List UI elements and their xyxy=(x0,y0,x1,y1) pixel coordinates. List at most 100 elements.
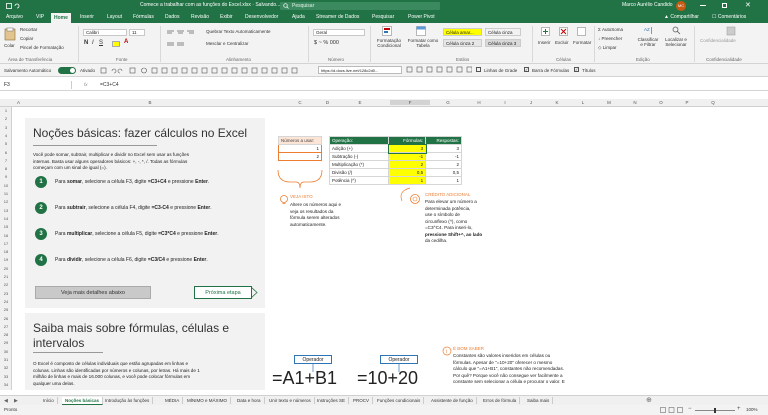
tab-formulas[interactable]: Fórmulas xyxy=(133,14,154,20)
fx-icon[interactable]: fx xyxy=(84,82,88,87)
underline-icon[interactable]: S xyxy=(99,40,103,46)
font-color-icon[interactable]: A xyxy=(124,39,128,45)
row-header[interactable]: 26 xyxy=(0,316,12,321)
row-header[interactable]: 29 xyxy=(0,340,12,345)
row-header[interactable]: 30 xyxy=(0,349,12,354)
col-header[interactable]: H xyxy=(466,100,492,105)
style-gray-cell[interactable]: Célula cinza xyxy=(485,28,521,36)
col-header[interactable]: K xyxy=(544,100,570,105)
sheet-tab[interactable]: Assistente de função xyxy=(428,397,477,404)
operation-cell[interactable]: Multiplicação (*) xyxy=(328,160,390,169)
col-header[interactable]: E xyxy=(330,100,390,105)
sheet-tab[interactable]: Introdução às funções xyxy=(102,397,154,404)
tab-vip[interactable]: VIP xyxy=(36,14,44,20)
row-header[interactable]: 25 xyxy=(0,307,12,312)
formula-cell[interactable]: 0,5 xyxy=(388,168,427,177)
row-header[interactable]: 9 xyxy=(0,174,12,179)
sensitivity-button[interactable]: Confidencialidade xyxy=(700,38,736,43)
align-icon[interactable] xyxy=(166,29,200,49)
delete-cells-icon[interactable] xyxy=(559,27,568,36)
row-header[interactable]: 32 xyxy=(0,365,12,370)
formula-cell[interactable]: 2 xyxy=(388,160,427,169)
headings-checkbox[interactable]: ✓ xyxy=(574,67,579,72)
row-header[interactable]: 18 xyxy=(0,249,12,254)
tab-streamer[interactable]: Streamer de Dados xyxy=(316,14,359,20)
sheet-tab[interactable]: Unir texto e números xyxy=(266,397,315,404)
format-painter-button[interactable]: Pincel de Formatação xyxy=(20,45,64,50)
tab-arquivo[interactable]: Arquivo xyxy=(6,14,23,20)
bold-icon[interactable]: N xyxy=(84,40,88,46)
autosave-toggle[interactable] xyxy=(58,67,76,74)
conditional-format-button[interactable]: Formatação Condicional xyxy=(372,38,406,48)
row-header[interactable]: 3 xyxy=(0,125,12,130)
tab-ajuda[interactable]: Ajuda xyxy=(292,14,305,20)
col-header[interactable]: G xyxy=(430,100,466,105)
row-header[interactable]: 2 xyxy=(0,116,12,121)
style-yellow-cell[interactable]: Célula amar... xyxy=(443,28,482,36)
number-format-select[interactable]: Geral xyxy=(313,29,365,36)
delete-cells-button[interactable]: Excluir xyxy=(555,40,569,45)
formula-cell[interactable]: -1 xyxy=(388,152,427,161)
italic-icon[interactable]: I xyxy=(92,40,94,46)
operation-cell[interactable]: Subtração (-) xyxy=(328,152,390,161)
font-name-select[interactable]: Calibri xyxy=(83,29,127,36)
operation-cell[interactable]: Divisão (/) xyxy=(328,168,390,177)
col-header[interactable]: N xyxy=(622,100,648,105)
row-header[interactable]: 21 xyxy=(0,274,12,279)
col-header[interactable]: M xyxy=(596,100,622,105)
name-box[interactable]: F3 xyxy=(2,81,72,89)
sheet-tab[interactable]: Data e hora xyxy=(234,397,265,404)
answer-cell[interactable]: 0,5 xyxy=(425,168,462,177)
answer-cell[interactable]: -1 xyxy=(425,152,462,161)
row-header[interactable]: 17 xyxy=(0,241,12,246)
clear-button[interactable]: ◇ Limpar xyxy=(598,45,616,51)
autosum-button[interactable]: Σ AutoSoma xyxy=(598,27,623,32)
operation-cell[interactable]: Adição (+) xyxy=(328,144,390,153)
formula-cell[interactable]: 3 xyxy=(387,143,427,154)
merge-center-button[interactable]: Mesclar e Centralizar xyxy=(206,41,249,46)
col-header-selected[interactable]: F xyxy=(390,100,430,105)
formula-bar-checkbox[interactable]: ✓ xyxy=(524,67,529,72)
search-box[interactable]: Pesquisar xyxy=(280,2,440,10)
number-cell-c4[interactable]: 2 xyxy=(278,152,322,161)
sheet-tab[interactable]: Início xyxy=(40,397,58,404)
format-cells-icon[interactable] xyxy=(577,27,586,36)
answer-cell[interactable]: 1 xyxy=(425,176,462,185)
currency-icon[interactable]: $ ~ % 000 xyxy=(314,40,339,46)
row-header[interactable]: 22 xyxy=(0,282,12,287)
row-header[interactable]: 11 xyxy=(0,191,12,196)
formula-input[interactable]: =C3+C4 xyxy=(100,82,119,88)
sheet-tab[interactable]: Funções condicionais xyxy=(374,397,425,404)
next-step-button[interactable]: Próxima etapa xyxy=(194,286,252,299)
row-header[interactable]: 33 xyxy=(0,374,12,379)
row-header[interactable]: 7 xyxy=(0,158,12,163)
col-header[interactable]: C xyxy=(275,100,325,105)
row-header[interactable]: 27 xyxy=(0,324,12,329)
sheet-tab[interactable]: Erros de fórmula xyxy=(480,397,521,404)
col-header[interactable]: B xyxy=(25,100,275,105)
col-header[interactable]: A xyxy=(12,100,25,105)
maximize-icon[interactable] xyxy=(722,3,727,8)
format-table-icon[interactable] xyxy=(416,26,426,36)
wrap-text-button[interactable]: Quebrar Texto Automaticamente xyxy=(206,29,270,34)
save-icon[interactable] xyxy=(6,3,12,9)
tab-scroll-right-icon[interactable]: ▶ xyxy=(14,398,18,404)
style-gray3-cell[interactable]: Célula cinza 3 xyxy=(485,39,521,47)
sheet-tab[interactable]: MÍNIMO e MÁXIMO xyxy=(184,397,232,404)
col-header[interactable]: P xyxy=(674,100,700,105)
row-header[interactable]: 10 xyxy=(0,183,12,188)
row-header[interactable]: 20 xyxy=(0,266,12,271)
minimize-icon[interactable] xyxy=(700,5,706,6)
tab-home[interactable]: Home xyxy=(51,13,71,23)
sheet-tab[interactable]: Noções básicas xyxy=(62,397,104,405)
url-field[interactable]: https://d.docs.live.net/128c2d0... xyxy=(318,66,402,74)
tab-dados[interactable]: Dados xyxy=(165,14,179,20)
col-header[interactable]: O xyxy=(648,100,674,105)
zoom-in-icon[interactable]: + xyxy=(737,406,741,412)
sheet-tab[interactable]: MÉDIA xyxy=(162,397,184,404)
paste-label[interactable]: Colar xyxy=(4,43,15,48)
answer-cell[interactable]: 2 xyxy=(425,160,462,169)
row-header[interactable]: 31 xyxy=(0,357,12,362)
gridlines-checkbox[interactable] xyxy=(476,67,481,72)
share-button[interactable]: ▲ Compartilhar xyxy=(664,14,699,20)
